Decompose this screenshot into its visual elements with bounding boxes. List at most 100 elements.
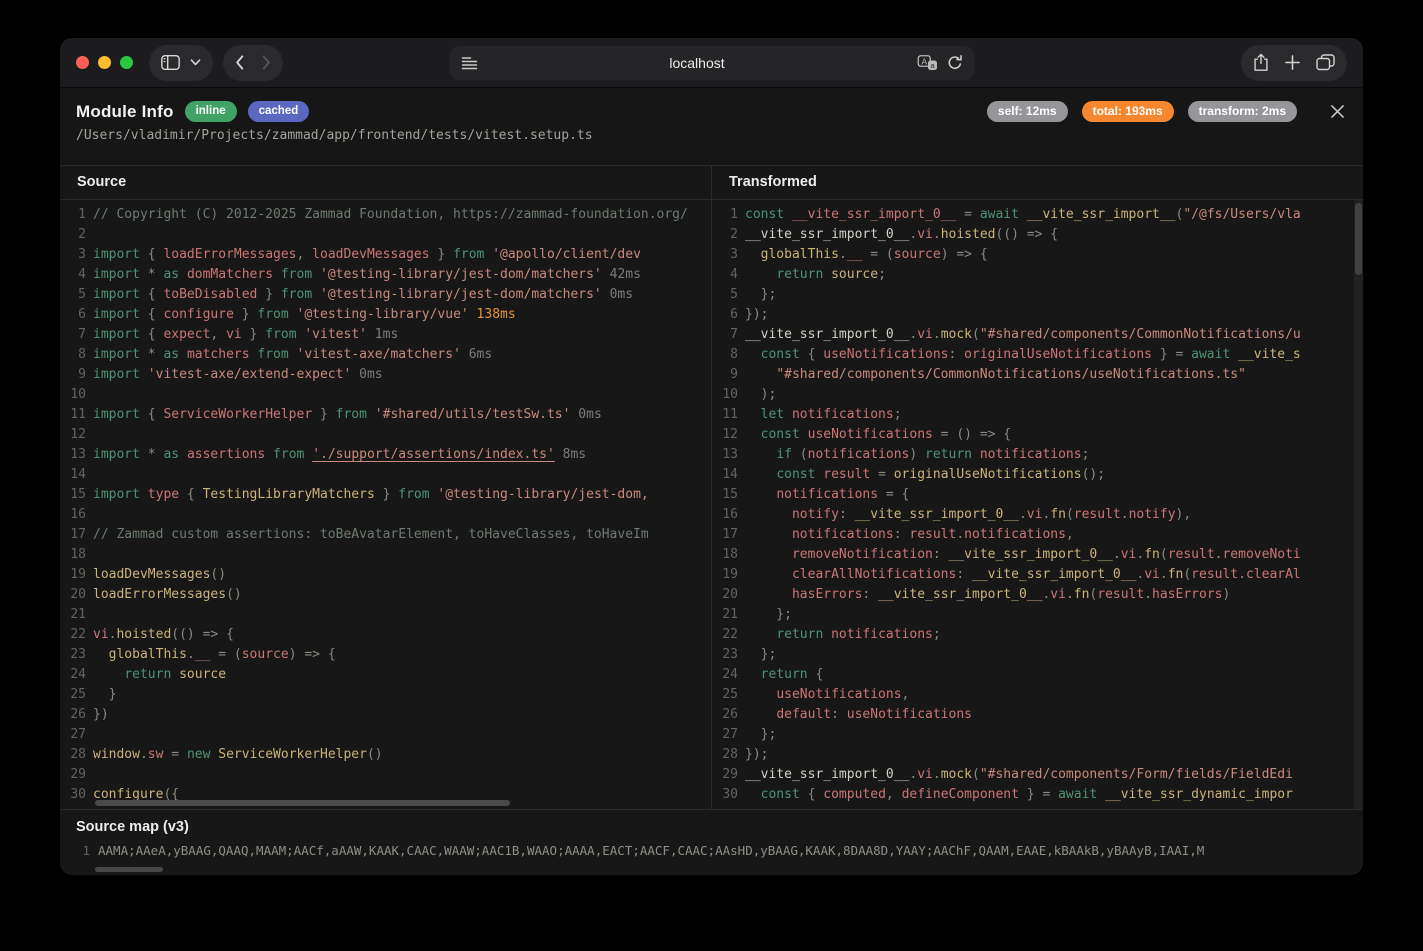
line-number: 16	[712, 505, 738, 525]
traffic-lights	[76, 56, 133, 69]
reader-icon[interactable]	[461, 56, 477, 70]
reload-icon[interactable]	[947, 55, 962, 71]
code-line: 16 notify: __vite_ssr_import_0__.vi.fn(r…	[712, 505, 1363, 525]
module-file-path: /Users/vladimir/Projects/zammad/app/fron…	[76, 128, 1345, 143]
sourcemap-mappings: AAMA;AAeA,yBAAG,QAAQ,MAAM;AACf,aAAW,KAAK…	[98, 843, 1204, 858]
share-icon	[1253, 53, 1269, 72]
total-time-badge: total: 193ms	[1082, 101, 1174, 122]
line-number: 23	[60, 645, 86, 665]
line-number: 27	[60, 725, 86, 745]
code-line: 8 const { useNotifications: originalUseN…	[712, 345, 1363, 365]
line-number: 23	[712, 645, 738, 665]
line-number: 12	[60, 425, 86, 445]
line-number: 15	[60, 485, 86, 505]
new-tab-button[interactable]	[1285, 55, 1300, 70]
code-line: 3import { loadErrorMessages, loadDevMess…	[60, 245, 711, 265]
code-line: 10	[60, 385, 711, 405]
nav-button-group	[223, 45, 283, 81]
code-line: 19loadDevMessages()	[60, 565, 711, 585]
transformed-scrollbar-track[interactable]	[1354, 200, 1363, 809]
code-line: 4import * as domMatchers from '@testing-…	[60, 265, 711, 285]
line-number: 5	[60, 285, 86, 305]
source-panel-title: Source	[60, 166, 711, 200]
close-button[interactable]	[1330, 104, 1345, 119]
sidebar-button-group	[149, 45, 213, 81]
line-number: 1	[712, 205, 738, 225]
code-line: 14	[60, 465, 711, 485]
line-number: 19	[712, 565, 738, 585]
line-number: 16	[60, 505, 86, 525]
transformed-code: 1const __vite_ssr_import_0__ = await __v…	[712, 200, 1363, 809]
code-line: 12	[60, 425, 711, 445]
code-line: 20 hasErrors: __vite_ssr_import_0__.vi.f…	[712, 585, 1363, 605]
code-line: 27	[60, 725, 711, 745]
code-line: 6import { configure } from '@testing-lib…	[60, 305, 711, 325]
code-line: 17 notifications: result.notifications,	[712, 525, 1363, 545]
line-number: 22	[712, 625, 738, 645]
sourcemap-line-number: 1	[76, 843, 90, 858]
line-number: 13	[712, 445, 738, 465]
tab-overview-button[interactable]	[1316, 54, 1335, 71]
sourcemap-horizontal-scrollbar[interactable]	[95, 867, 163, 872]
source-code: 1// Copyright (C) 2012-2025 Zammad Found…	[60, 200, 711, 809]
transformed-panel: Transformed 1const __vite_ssr_import_0__…	[711, 166, 1363, 809]
line-number: 18	[712, 545, 738, 565]
code-line: 19 clearAllNotifications: __vite_ssr_imp…	[712, 565, 1363, 585]
minimize-window-button[interactable]	[98, 56, 111, 69]
code-line: 1const __vite_ssr_import_0__ = await __v…	[712, 205, 1363, 225]
code-line: 20loadErrorMessages()	[60, 585, 711, 605]
transform-time-badge: transform: 2ms	[1188, 101, 1297, 122]
code-line: 5 };	[712, 285, 1363, 305]
code-line: 28window.sw = new ServiceWorkerHelper()	[60, 745, 711, 765]
sidebar-dropdown-button[interactable]	[190, 59, 201, 66]
source-panel: Source 1// Copyright (C) 2012-2025 Zamma…	[60, 166, 711, 809]
tabs-icon	[1316, 54, 1335, 71]
line-number: 26	[60, 705, 86, 725]
page-title: Module Info	[76, 102, 174, 122]
forward-button[interactable]	[262, 55, 271, 70]
code-panels: Source 1// Copyright (C) 2012-2025 Zamma…	[60, 166, 1363, 809]
line-number: 4	[712, 265, 738, 285]
address-bar[interactable]: localhost A a	[449, 46, 974, 80]
line-number: 1	[60, 205, 86, 225]
code-line: 1// Copyright (C) 2012-2025 Zammad Found…	[60, 205, 711, 225]
line-number: 11	[60, 405, 86, 425]
transformed-panel-title: Transformed	[712, 166, 1363, 200]
code-line: 22 return notifications;	[712, 625, 1363, 645]
line-number: 17	[712, 525, 738, 545]
line-number: 8	[712, 345, 738, 365]
line-number: 11	[712, 405, 738, 425]
code-line: 21	[60, 605, 711, 625]
line-number: 27	[712, 725, 738, 745]
sidebar-toggle-button[interactable]	[161, 55, 180, 70]
line-number: 2	[60, 225, 86, 245]
svg-text:A: A	[921, 56, 927, 66]
line-number: 29	[712, 765, 738, 785]
code-line: 2__vite_ssr_import_0__.vi.hoisted(() => …	[712, 225, 1363, 245]
code-line: 30 const { computed, defineComponent } =…	[712, 785, 1363, 805]
translate-icon[interactable]: A a	[917, 55, 937, 71]
line-number: 20	[60, 585, 86, 605]
sidebar-icon	[161, 55, 180, 70]
transformed-scrollbar-thumb[interactable]	[1355, 203, 1362, 275]
code-line: 9 "#shared/components/CommonNotification…	[712, 365, 1363, 385]
line-number: 30	[60, 785, 86, 805]
close-window-button[interactable]	[76, 56, 89, 69]
zoom-window-button[interactable]	[120, 56, 133, 69]
line-number: 6	[712, 305, 738, 325]
source-horizontal-scrollbar[interactable]	[95, 800, 510, 806]
line-number: 8	[60, 345, 86, 365]
code-line: 29__vite_ssr_import_0__.vi.mock("#shared…	[712, 765, 1363, 785]
line-number: 14	[712, 465, 738, 485]
code-line: 25 }	[60, 685, 711, 705]
back-button[interactable]	[235, 55, 244, 70]
share-button[interactable]	[1253, 53, 1269, 72]
line-number: 22	[60, 625, 86, 645]
code-line: 4 return source;	[712, 265, 1363, 285]
code-line: 17// Zammad custom assertions: toBeAvata…	[60, 525, 711, 545]
line-number: 9	[712, 365, 738, 385]
timing-badges: self: 12ms total: 193ms transform: 2ms	[987, 101, 1297, 122]
line-number: 24	[60, 665, 86, 685]
code-line: 15 notifications = {	[712, 485, 1363, 505]
line-number: 7	[712, 325, 738, 345]
